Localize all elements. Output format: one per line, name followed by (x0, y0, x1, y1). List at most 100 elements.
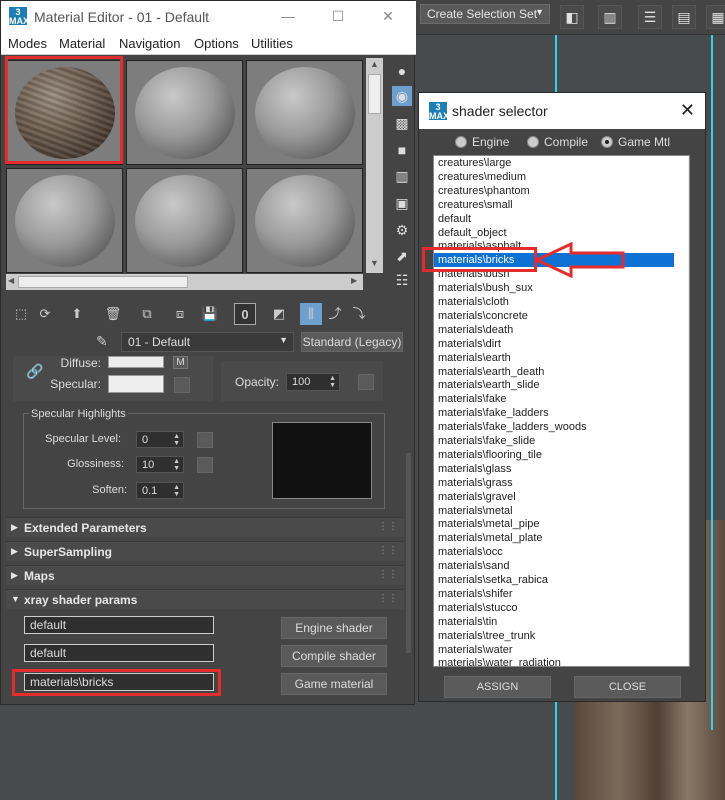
shader-list-item[interactable]: default (434, 212, 674, 226)
ribbon-icon[interactable]: ▦ (706, 5, 725, 29)
video-color-check-icon[interactable]: ▥ (392, 166, 412, 186)
shader-list-item[interactable]: materials\occ (434, 545, 674, 559)
shader-list-item[interactable]: materials\fake_ladders (434, 406, 674, 420)
sample-slot[interactable] (126, 60, 243, 165)
assign-to-selection-icon[interactable]: ⬆ (66, 303, 88, 325)
shader-list-item[interactable]: materials\shifer (434, 587, 674, 601)
align-icon[interactable]: ▥ (598, 5, 622, 29)
shader-list-item[interactable]: materials\tin (434, 615, 674, 629)
glossiness-map-checkbox[interactable] (197, 457, 213, 473)
maximize-button[interactable]: ☐ (323, 5, 353, 27)
drag-handle-icon[interactable]: ⋮⋮ (378, 521, 398, 532)
shader-list-item[interactable]: materials\tree_trunk (434, 629, 674, 643)
shader-list-item[interactable]: materials\grass (434, 476, 674, 490)
spinner-icon[interactable]: ▲ ▼ (329, 375, 336, 389)
specular-level-map-checkbox[interactable] (197, 432, 213, 448)
rollout-xray-shader-params[interactable]: ▼ xray shader params ⋮⋮ (6, 589, 404, 609)
params-scrollbar[interactable] (406, 453, 411, 653)
sample-slot[interactable] (6, 168, 123, 273)
go-to-parent-icon[interactable]: ⤴ (324, 303, 346, 325)
glossiness-spinner[interactable]: 10 ▲ ▼ (136, 456, 184, 473)
game-material-button[interactable]: Game material (281, 673, 387, 695)
make-preview-icon[interactable]: ▣ (392, 193, 412, 213)
slots-vertical-scrollbar[interactable]: ▲ ▼ (366, 58, 383, 273)
shader-list-item[interactable]: creatures\small (434, 198, 674, 212)
close-icon[interactable]: ✕ (680, 100, 695, 121)
material-id-channel[interactable]: 0 (234, 303, 256, 325)
assign-button[interactable]: ASSIGN (444, 676, 551, 698)
drag-handle-icon[interactable]: ⋮⋮ (378, 593, 398, 604)
shader-list[interactable]: creatures\large creatures\medium creatures… (433, 155, 690, 667)
slots-horizontal-scrollbar[interactable]: ◀ ▶ (6, 274, 363, 290)
rollout-extended-parameters[interactable]: ▶ Extended Parameters ⋮⋮ (6, 517, 404, 537)
eyedropper-icon[interactable]: ✎ (96, 333, 116, 351)
sample-uv-tiling-icon[interactable]: ■ (392, 140, 412, 160)
shader-list-item[interactable]: materials\bush_sux (434, 281, 674, 295)
background-icon[interactable]: ▩ (392, 113, 412, 133)
shader-list-item[interactable]: materials\metal_plate (434, 531, 674, 545)
scene-explorer-icon[interactable]: ☰ (638, 5, 662, 29)
sample-slot[interactable] (246, 168, 363, 273)
sample-type-icon[interactable]: ● (392, 61, 412, 81)
material-name-dropdown[interactable]: 01 - Default ▼ (121, 332, 294, 352)
engine-shader-button[interactable]: Engine shader (281, 617, 387, 639)
scroll-thumb[interactable] (18, 276, 188, 288)
close-button[interactable]: ✕ (373, 5, 403, 27)
specular-level-spinner[interactable]: 0 ▲ ▼ (136, 431, 184, 448)
go-forward-icon[interactable]: ⤵ (348, 303, 370, 325)
make-unique-icon[interactable]: ⧉ (136, 303, 158, 325)
shader-list-item[interactable]: materials\water_radiation (434, 656, 674, 666)
list-scrollbar[interactable]: ▲ ▼ (688, 156, 689, 666)
get-material-icon[interactable]: ⬚ (10, 303, 32, 325)
engine-shader-field[interactable]: default (24, 616, 214, 634)
shader-list-item[interactable]: materials\metal_pipe (434, 517, 674, 531)
diffuse-map-button[interactable]: M (173, 356, 188, 369)
specular-color-swatch[interactable] (108, 375, 164, 393)
shader-list-item[interactable]: materials\earth (434, 351, 674, 365)
soften-spinner[interactable]: 0.1 ▲ ▼ (136, 482, 184, 499)
sample-slot[interactable] (126, 168, 243, 273)
drag-handle-icon[interactable]: ⋮⋮ (378, 545, 398, 556)
show-shaded-icon[interactable]: ◩ (268, 303, 290, 325)
shader-list-item[interactable]: materials\setka_rabica (434, 573, 674, 587)
menu-material[interactable]: Material (59, 36, 105, 51)
minimize-button[interactable]: — (273, 5, 303, 27)
shader-list-item[interactable]: materials\glass (434, 462, 674, 476)
arrow-right-icon[interactable]: ▶ (351, 276, 357, 285)
menu-utilities[interactable]: Utilities (251, 36, 293, 51)
opacity-map-checkbox[interactable] (358, 374, 374, 390)
put-to-scene-icon[interactable]: ⟳ (34, 303, 56, 325)
shader-list-item[interactable]: materials\fake (434, 392, 674, 406)
shader-list-item[interactable]: materials\water (434, 643, 674, 657)
shader-list-item[interactable]: materials\concrete (434, 309, 674, 323)
shader-list-item[interactable]: materials\flooring_tile (434, 448, 674, 462)
shader-list-item[interactable]: materials\death (434, 323, 674, 337)
spinner-icon[interactable]: ▲ ▼ (173, 484, 180, 498)
save-icon[interactable]: 💾 (199, 303, 221, 325)
menu-navigation[interactable]: Navigation (119, 36, 180, 51)
radio-game-mtl[interactable]: Game Mtl (601, 135, 670, 149)
menu-options[interactable]: Options (194, 36, 239, 51)
shader-list-item[interactable]: materials\stucco (434, 601, 674, 615)
shader-list-item[interactable]: materials\fake_slide (434, 434, 674, 448)
scroll-thumb[interactable] (368, 74, 381, 114)
shader-list-item[interactable]: materials\dirt (434, 337, 674, 351)
diffuse-color-swatch[interactable] (108, 356, 164, 368)
drag-handle-icon[interactable]: ⋮⋮ (378, 569, 398, 580)
shader-list-item[interactable]: materials\fake_ladders_woods (434, 420, 674, 434)
layer-explorer-icon[interactable]: ▤ (672, 5, 696, 29)
compile-shader-button[interactable]: Compile shader (281, 645, 387, 667)
shader-list-item[interactable]: materials\gravel (434, 490, 674, 504)
close-button[interactable]: CLOSE (574, 676, 681, 698)
radio-engine[interactable]: Engine (455, 135, 509, 149)
shader-list-item[interactable]: materials\metal (434, 504, 674, 518)
select-by-material-icon[interactable]: ⬈ (392, 246, 412, 266)
put-to-library-icon[interactable]: ⧈ (169, 303, 191, 325)
compile-shader-field[interactable]: default (24, 644, 214, 662)
material-type-button[interactable]: Standard (Legacy) (301, 332, 403, 352)
spinner-icon[interactable]: ▲ ▼ (173, 433, 180, 447)
material-navigator-icon[interactable]: ☷ (392, 270, 412, 290)
shader-list-item[interactable]: materials\earth_death (434, 365, 674, 379)
material-editor-titlebar[interactable]: 3 MAX Material Editor - 01 - Default — ☐ … (1, 1, 416, 33)
show-end-result-icon[interactable]: ⫼ (300, 303, 322, 325)
